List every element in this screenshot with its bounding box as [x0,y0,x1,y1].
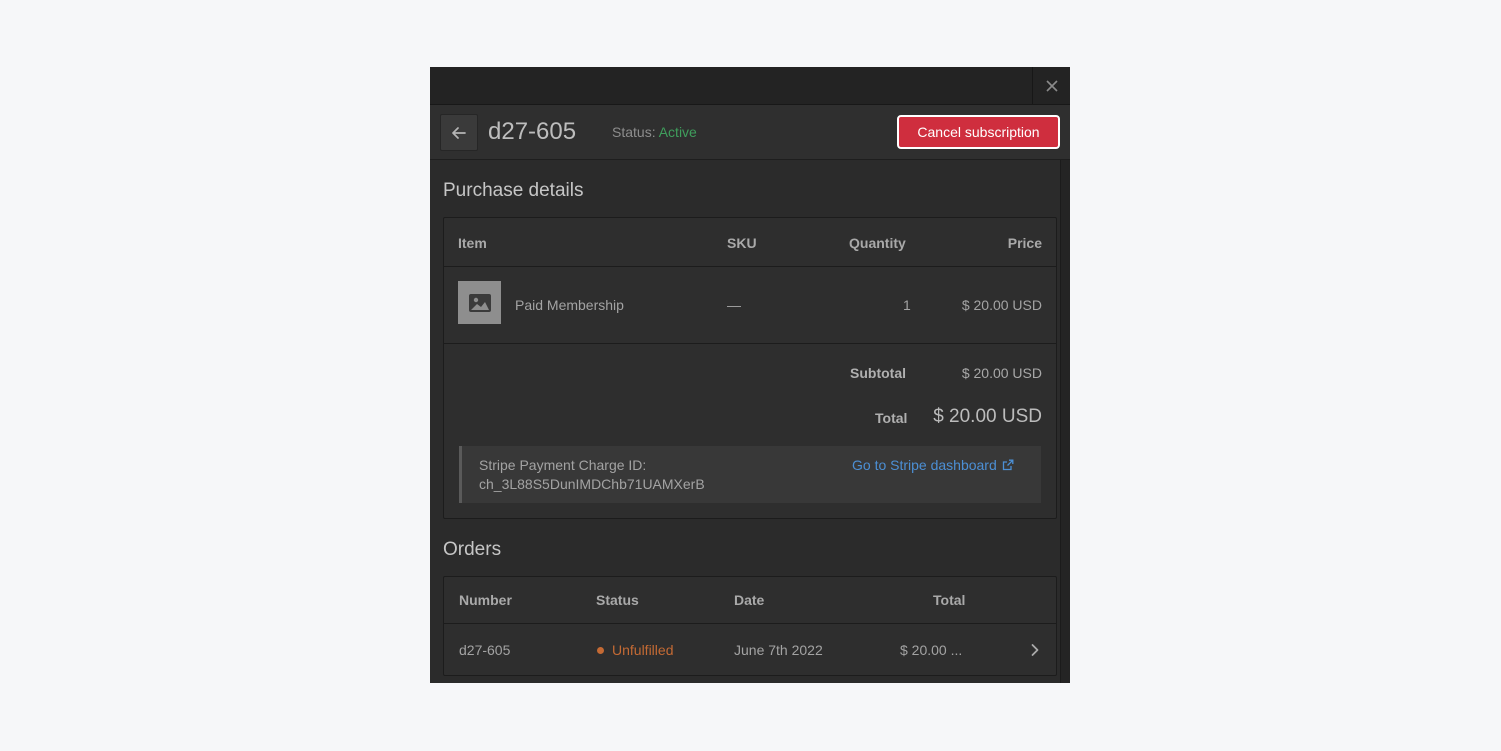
orders-title: Orders [443,539,502,560]
subtotal-value: $ 20.00 USD [961,365,1042,381]
back-button[interactable] [440,114,478,151]
column-quantity: Quantity [849,235,906,251]
stripe-charge-info: Stripe Payment Charge ID: ch_3L88S5DunIM… [479,456,705,494]
order-number: d27-605 [459,642,511,658]
total-label: Total [875,410,908,426]
subtotal-label: Subtotal [850,365,906,381]
subscription-header: d27-605 Status: Active Cancel subscripti… [430,105,1070,160]
order-status: Unfulfilled [597,642,673,658]
stripe-dashboard-link[interactable]: Go to Stripe dashboard [852,457,1014,473]
external-link-icon [1002,459,1014,471]
purchase-table-header: Item SKU Quantity Price [444,218,1056,267]
cancel-subscription-button[interactable]: Cancel subscription [897,115,1060,149]
order-total: $ 20.00 ... [900,642,963,658]
column-price: Price [1007,235,1042,251]
total-value: $ 20.00 USD [933,406,1042,427]
panel-topbar [430,67,1070,105]
stripe-charge-box: Stripe Payment Charge ID: ch_3L88S5DunIM… [459,446,1041,503]
column-status: Status [596,592,639,608]
order-date: June 7th 2022 [734,642,823,658]
subscription-status: Status: Active [612,124,697,140]
stripe-dashboard-link-label: Go to Stripe dashboard [852,457,997,473]
item-sku: — [727,297,741,313]
column-number: Number [459,592,512,608]
close-button[interactable] [1032,67,1070,104]
subscription-id: d27-605 [488,118,577,145]
purchase-details-card: Item SKU Quantity Price Paid Membership … [443,217,1057,519]
order-row[interactable]: d27-605 Unfulfilled June 7th 2022 $ 20.0… [444,623,1056,677]
status-value: Active [658,124,697,140]
status-label: Status: [612,124,656,140]
order-status-label: Unfulfilled [612,642,674,658]
status-dot [597,646,604,654]
stripe-charge-id: ch_3L88S5DunIMDChb71UAMXerB [479,476,705,492]
chevron-right-icon[interactable] [1030,643,1040,657]
subscription-panel: d27-605 Status: Active Cancel subscripti… [430,67,1070,683]
table-row: Paid Membership — 1 $ 20.00 USD [444,267,1056,344]
close-icon [1045,79,1058,92]
column-date: Date [734,592,765,608]
column-item: Item [458,235,487,251]
item-price: $ 20.00 USD [961,297,1042,313]
item-thumbnail [458,281,501,324]
scrollbar[interactable] [1060,160,1070,683]
orders-card: Number Status Date Total d27-605 Unfulfi… [443,576,1057,676]
item-name: Paid Membership [515,297,624,313]
column-sku: SKU [727,235,757,251]
stripe-charge-label: Stripe Payment Charge ID: [479,457,647,473]
column-total: Total [933,592,966,608]
arrow-left-icon [452,126,466,139]
purchase-details-title: Purchase details [443,180,584,201]
item-quantity: 1 [903,297,911,313]
image-placeholder-icon [468,293,491,312]
